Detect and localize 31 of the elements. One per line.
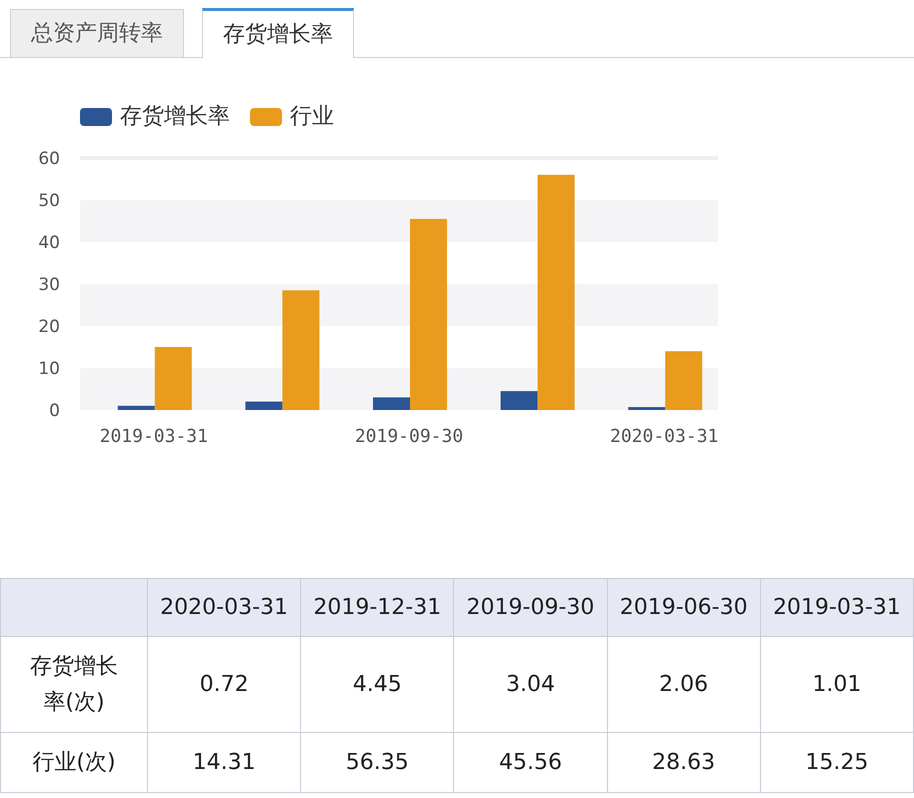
table-header-cell: 2020-03-31 xyxy=(148,578,301,636)
table-cell: 45.56 xyxy=(454,732,608,792)
table-header-cell: 2019-12-31 xyxy=(300,578,454,636)
y-tick-label: 10 xyxy=(38,359,60,379)
table-header-cell: 2019-06-30 xyxy=(607,578,760,636)
x-tick-label: 2020-03-31 xyxy=(610,426,718,447)
table-cell: 14.31 xyxy=(148,732,301,792)
table-cell: 56.35 xyxy=(300,732,454,792)
table-header-cell: 2019-09-30 xyxy=(454,578,608,636)
table-cell: 3.04 xyxy=(454,636,608,732)
row-label: 行业(次) xyxy=(0,732,148,792)
table-header-cell: 2019-03-31 xyxy=(760,578,914,636)
legend-label: 存货增长率 xyxy=(120,103,230,131)
table-cell: 15.25 xyxy=(760,732,914,792)
tab[interactable]: 存货增长率 xyxy=(202,8,354,58)
y-tick-label: 40 xyxy=(38,233,60,253)
x-tick-label: 2019-09-30 xyxy=(354,426,464,447)
y-tick-label: 60 xyxy=(38,149,60,169)
y-tick-label: 0 xyxy=(49,401,60,421)
y-tick-label: 50 xyxy=(38,191,60,211)
x-tick-label: 2019-03-31 xyxy=(100,426,208,447)
table-cell: 1.01 xyxy=(760,636,914,732)
tab[interactable]: 总资产周转率 xyxy=(10,9,184,57)
table-cell: 2.06 xyxy=(607,636,760,732)
legend-label: 行业 xyxy=(290,103,334,131)
table-cell: 0.72 xyxy=(148,636,301,732)
y-tick-label: 20 xyxy=(38,317,60,337)
y-tick-label: 30 xyxy=(38,275,60,295)
table-cell: 28.63 xyxy=(607,732,760,792)
table-cell: 4.45 xyxy=(300,636,454,732)
row-label: 存货增长率(次) xyxy=(0,636,148,732)
